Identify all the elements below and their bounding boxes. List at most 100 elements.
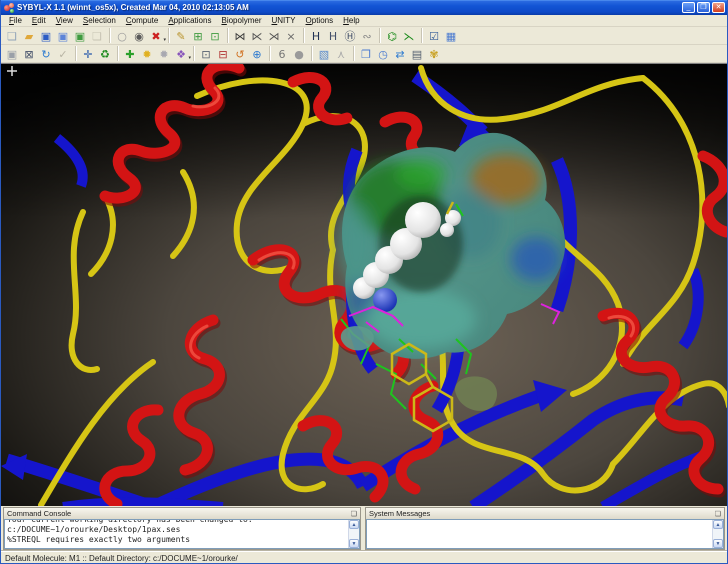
- molecular-viewport[interactable]: [1, 63, 727, 506]
- minimize-button[interactable]: _: [682, 2, 695, 13]
- restore-button[interactable]: ❐: [697, 2, 710, 13]
- apply-check-icon[interactable]: ✓: [55, 46, 71, 62]
- command-console-header[interactable]: Command Console ❏: [4, 508, 360, 519]
- toolbar-separator: [379, 28, 381, 43]
- delete-red-x-icon[interactable]: ✖▾: [148, 28, 164, 44]
- menu-options[interactable]: Options: [301, 16, 339, 25]
- menu-applications[interactable]: Applications: [163, 16, 216, 25]
- status-text: Default Molecule: M1 :: Default Director…: [5, 554, 238, 563]
- float-panel-icon[interactable]: ❏: [351, 510, 357, 518]
- globe-display-icon[interactable]: ⊕: [249, 46, 265, 62]
- zoom-area-icon[interactable]: ⊡: [198, 46, 214, 62]
- command-console-title: Command Console: [7, 509, 71, 518]
- save-icon[interactable]: ▣: [38, 28, 54, 44]
- add-hydrogens-icon[interactable]: H: [308, 28, 324, 44]
- system-messages-title: System Messages: [369, 509, 430, 518]
- merge-molecules-icon[interactable]: ⋈: [232, 28, 248, 44]
- toolbar-separator: [303, 28, 305, 43]
- menu-view[interactable]: View: [51, 16, 78, 25]
- dropdown-caret-icon: ▾: [163, 38, 166, 43]
- toolbar-separator: [269, 46, 271, 61]
- app-molecule-icon: [4, 3, 14, 13]
- image-display-icon[interactable]: ▧: [316, 46, 332, 62]
- system-messages-scrollbar[interactable]: ▲ ▼: [712, 520, 723, 548]
- menu-selection[interactable]: Selection: [78, 16, 121, 25]
- cascade-windows-icon[interactable]: ❐: [358, 46, 374, 62]
- toolbar-separator: [311, 46, 313, 61]
- camera-snapshot-icon[interactable]: ◉: [131, 28, 147, 44]
- console-text[interactable]: Your current working directory has been …: [5, 520, 348, 548]
- light-off-icon[interactable]: ✹: [156, 46, 172, 62]
- cut-bond-icon[interactable]: ×: [283, 28, 299, 44]
- menu-compute[interactable]: Compute: [121, 16, 163, 25]
- console-line: %STREQL requires exactly two arguments: [7, 535, 346, 545]
- monitor-chart-icon[interactable]: ▤: [409, 46, 425, 62]
- expand-view-icon[interactable]: ⊡: [207, 28, 223, 44]
- open-folder-icon[interactable]: ▰: [21, 28, 37, 44]
- bottom-panels: Command Console ❏ Your current working d…: [1, 506, 727, 551]
- new-file-icon[interactable]: ❏: [4, 28, 20, 44]
- system-messages-panel: System Messages ❏ ▲ ▼: [365, 507, 725, 550]
- menu-biopolymer[interactable]: Biopolymer: [216, 16, 266, 25]
- toolbar-separator: [109, 28, 111, 43]
- artist-palette-icon[interactable]: ✾: [426, 46, 442, 62]
- benzene-sketch-icon[interactable]: ⌬: [384, 28, 400, 44]
- menu-help[interactable]: Help: [338, 16, 364, 25]
- color-palette-icon[interactable]: ❖▾: [173, 46, 189, 62]
- system-messages-text[interactable]: [367, 520, 712, 548]
- export-file-icon[interactable]: ▣: [72, 28, 88, 44]
- toolbar-separator: [193, 46, 195, 61]
- toolbar-separator: [353, 46, 355, 61]
- scroll-down-icon[interactable]: ▼: [349, 539, 359, 548]
- close-button[interactable]: ✕: [712, 2, 725, 13]
- toolbar-row-2: ▣⊠↻✓✛♻✚✹✹❖▾⊡⊟↺⊕6●▧⋏❐◷⇄▤✾: [1, 45, 727, 63]
- atom-selection-icon[interactable]: ☑: [426, 28, 442, 44]
- toolbar-row-1: ❏▰▣▣▣❏○◉✖▾✎⊞⊡⋈⋉⋊×HHⒽ∾⌬⋋☑▦: [1, 27, 727, 45]
- title-bar[interactable]: SYBYL-X 1.1 (winnt_os5x), Created Mar 04…: [1, 0, 727, 15]
- session-clock-icon[interactable]: ◷: [375, 46, 391, 62]
- window-title: SYBYL-X 1.1 (winnt_os5x), Created Mar 04…: [17, 3, 680, 12]
- menu-bar: FileEditViewSelectionComputeApplications…: [1, 15, 727, 27]
- scroll-up-icon[interactable]: ▲: [713, 520, 723, 529]
- reset-view-icon[interactable]: ↺: [232, 46, 248, 62]
- join-atoms-icon[interactable]: ⋉: [249, 28, 265, 44]
- antenna-icon[interactable]: ⋏: [333, 46, 349, 62]
- mouse-icon[interactable]: ●: [291, 46, 307, 62]
- spreadsheet-icon[interactable]: ▦: [443, 28, 459, 44]
- display-area-icon[interactable]: ▣: [4, 46, 20, 62]
- float-panel-icon[interactable]: ❏: [715, 510, 721, 518]
- bond-key-icon[interactable]: ∾: [359, 28, 375, 44]
- protein-ribbon-scene: [1, 64, 728, 506]
- measure-tool-icon[interactable]: ⋋: [401, 28, 417, 44]
- lasso-select-icon[interactable]: ○: [114, 28, 130, 44]
- print-file-icon[interactable]: ❏: [89, 28, 105, 44]
- mouse-mode-6-icon[interactable]: 6: [274, 46, 290, 62]
- translate-move-icon[interactable]: ✛: [80, 46, 96, 62]
- save-as-icon[interactable]: ▣: [55, 28, 71, 44]
- light-on-icon[interactable]: ✹: [139, 46, 155, 62]
- command-console-panel: Command Console ❏ Your current working d…: [3, 507, 361, 550]
- status-bar: Default Molecule: M1 :: Default Director…: [1, 551, 727, 564]
- system-messages-header[interactable]: System Messages ❏: [366, 508, 724, 519]
- menu-edit[interactable]: Edit: [27, 16, 51, 25]
- toolbar-separator: [75, 46, 77, 61]
- light-add-icon[interactable]: ✚: [122, 46, 138, 62]
- dropdown-caret-icon: ▾: [188, 56, 191, 61]
- scroll-down-icon[interactable]: ▼: [713, 539, 723, 548]
- menu-unity[interactable]: UNITY: [267, 16, 301, 25]
- polygon-select-icon[interactable]: ⊠: [21, 46, 37, 62]
- refresh-display-icon[interactable]: ↻: [38, 46, 54, 62]
- console-scrollbar[interactable]: ▲ ▼: [348, 520, 359, 548]
- connector-icon[interactable]: ⇄: [392, 46, 408, 62]
- toggle-hydrogens-icon[interactable]: Ⓗ: [342, 28, 358, 44]
- sketch-pencil-icon[interactable]: ✎: [173, 28, 189, 44]
- menu-file[interactable]: File: [4, 16, 27, 25]
- sybyl-application-window: SYBYL-X 1.1 (winnt_os5x), Created Mar 04…: [0, 0, 728, 564]
- dock-view-icon[interactable]: ⊞: [190, 28, 206, 44]
- toolbar-separator: [117, 46, 119, 61]
- hide-hydrogens-icon[interactable]: H: [325, 28, 341, 44]
- scroll-up-icon[interactable]: ▲: [349, 520, 359, 529]
- split-molecule-icon[interactable]: ⋊: [266, 28, 282, 44]
- zoom-out-icon[interactable]: ⊟: [215, 46, 231, 62]
- recenter-icon[interactable]: ♻: [97, 46, 113, 62]
